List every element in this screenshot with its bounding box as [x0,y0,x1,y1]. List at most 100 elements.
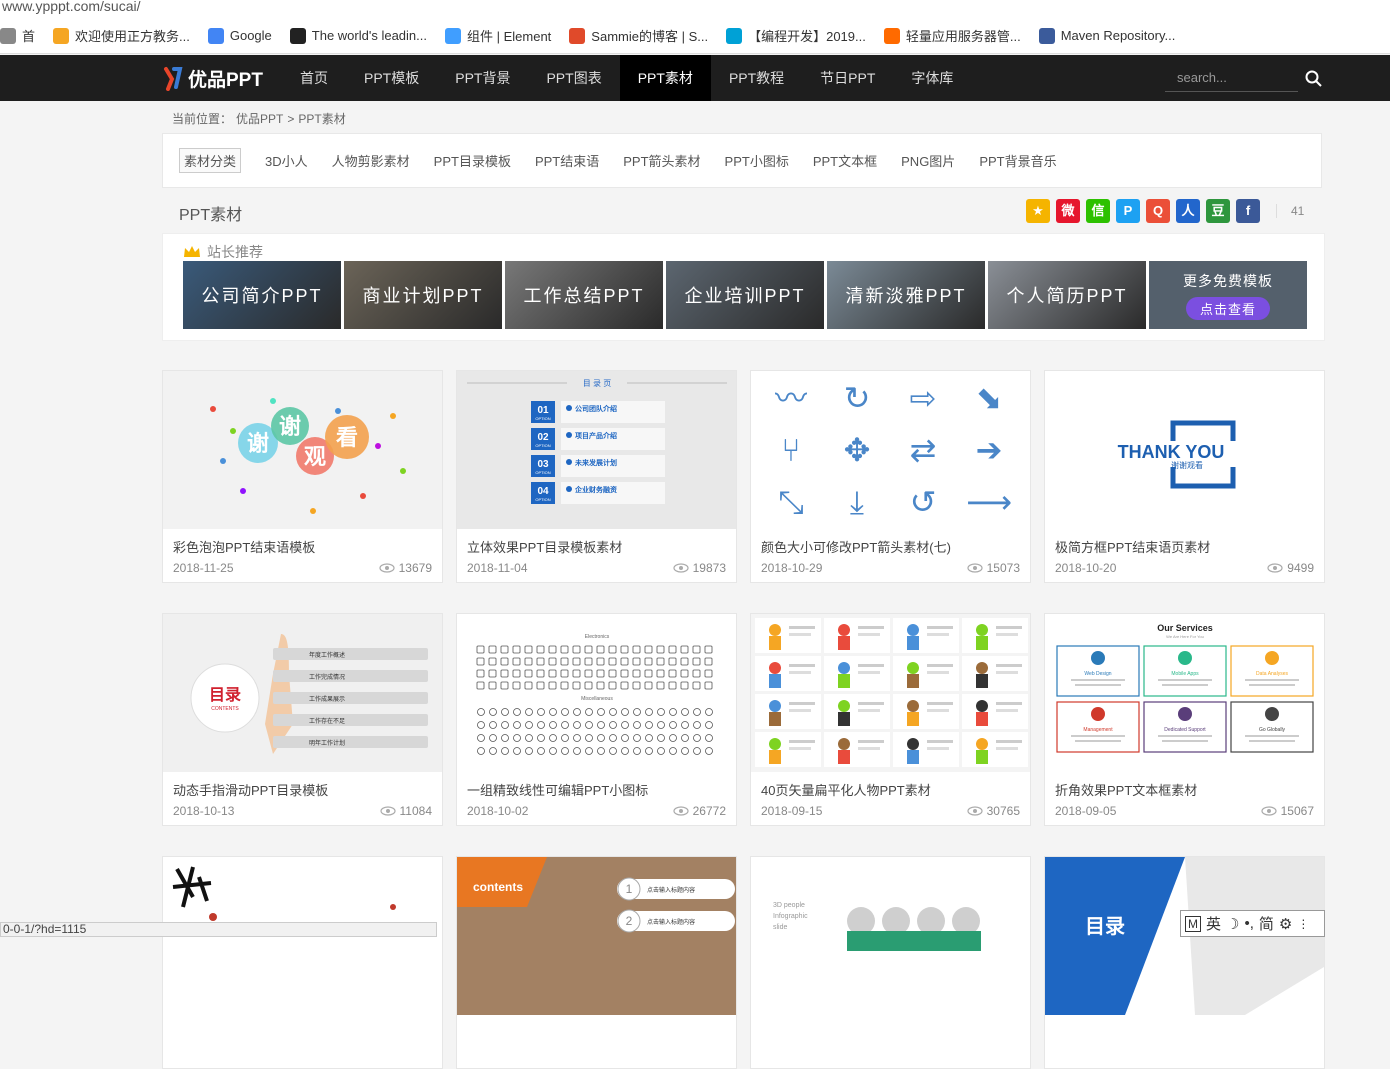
bookmark-item[interactable]: 首 [0,26,35,45]
category-bar: 素材分类 3D小人 人物剪影素材 PPT目录模板 PPT结束语 PPT箭头素材 PPT小图标… [162,133,1322,188]
more-icon[interactable]: ⋮ [1297,917,1309,931]
nav-item[interactable]: PPT图表 [528,55,619,101]
weibo-icon[interactable]: 微 [1056,199,1080,223]
recommend-banner[interactable]: 公司简介PPT [183,261,341,329]
card-thumbnail[interactable]: 目录 CONTENTS 年度工作概述 工作完成情况 工作成果展示 工作存在不足 明年工作计划 [163,614,442,772]
card-thumbnail[interactable]: 〰 ↻ ⇨ ⬊ ⑂ ✥ ⇄ ➔ ⤡ ⤓ ↺ ⟶ [751,371,1030,529]
card-date: 2018-11-04 [467,561,528,575]
card-thumbnail[interactable]: Electronics Miscellaneous [457,614,736,772]
material-card[interactable] [162,856,443,1069]
ime-mode[interactable]: 简 [1259,913,1274,934]
material-card[interactable]: 40页矢量扁平化人物PPT素材 2018-09-15 30765 [750,613,1031,826]
material-card[interactable]: THANK YOU 谢谢观看 极简方框PPT结束语页素材 2018-10-20 9499 [1044,370,1325,583]
facebook-icon[interactable]: f [1236,199,1260,223]
recommend-title: 站长推荐 [183,242,263,262]
recommend-banner[interactable]: 企业培训PPT [666,261,824,329]
finger-item: 明年工作计划 [309,739,345,747]
banner-label: 个人简历PPT [1006,286,1128,306]
card-date: 2018-09-05 [1055,804,1117,818]
card-thumbnail[interactable]: THANK YOU 谢谢观看 [1045,371,1324,529]
bookmark-item[interactable]: Sammie的博客 | S... [569,26,708,45]
material-card[interactable]: contents 1 点击输入标题内容 2 点击输入标题内容 [456,856,737,1069]
material-card[interactable]: 谢谢观看彩色泡泡PPT结束语模板 2018-11-25 13679 [162,370,443,583]
recommend-banner[interactable]: 个人简历PPT [988,261,1146,329]
recommend-banner[interactable]: 商业计划PPT [344,261,502,329]
ime-toolbar[interactable]: M 英 ☽ •, 简 ⚙ ⋮ [1180,910,1325,937]
recommend-banner[interactable]: 清新淡雅PPT [827,261,985,329]
card-title[interactable]: 极简方框PPT结束语页素材 [1055,537,1210,556]
bookmark-item[interactable]: Maven Repository... [1038,27,1175,44]
nav-item[interactable]: 首页 [282,55,346,101]
category-link[interactable]: PPT目录模板 [434,151,511,170]
more-templates-banner[interactable]: 更多免费模板 点击查看 [1149,261,1307,329]
address-bar[interactable]: www.ypppt.com/sucai/ [0,0,1390,18]
bookmark-item[interactable]: 欢迎使用正方教务... [53,26,190,45]
search-input[interactable]: search... [1165,66,1298,92]
bookmark-item[interactable]: 组件 | Element [445,26,551,45]
card-thumbnail[interactable]: Our Services We Are Here For You Web Desig… [1045,614,1324,772]
recommend-banner[interactable]: 工作总结PPT [505,261,663,329]
category-link[interactable]: 3D小人 [265,151,308,170]
card-thumbnail[interactable]: 谢谢观看 [163,371,442,529]
card-thumbnail[interactable]: contents 1 点击输入标题内容 2 点击输入标题内容 [457,857,736,1015]
tqq-icon[interactable]: P [1116,199,1140,223]
category-link[interactable]: PPT箭头素材 [623,151,700,170]
breadcrumb-home[interactable]: 优品PPT [236,112,283,126]
card-thumbnail[interactable]: 目 录 页 01 OPTION 公司团队介绍 02 OPTION 项目产品介绍 03 OPTIO… [457,371,736,529]
douban-icon[interactable]: 豆 [1206,199,1230,223]
nav-item[interactable]: PPT模板 [346,55,437,101]
material-card[interactable]: 3D people Infographic slide [750,856,1031,1069]
finger-item: 年度工作概述 [309,651,345,659]
category-link[interactable]: PPT文本框 [813,151,877,170]
card-thumbnail[interactable]: 3D people Infographic slide [751,857,1030,1015]
nav-item[interactable]: PPT背景 [437,55,528,101]
nav-item[interactable]: 字体库 [893,55,971,101]
bubble-char: 谢 [279,414,301,439]
search-icon[interactable] [1304,69,1324,89]
bookmark-item[interactable]: 【编程开发】2019... [726,26,866,45]
nav-item[interactable]: 节日PPT [802,55,893,101]
bubble-char: 观 [304,444,326,469]
category-link[interactable]: PPT背景音乐 [979,151,1056,170]
bookmark-item[interactable]: 轻量应用服务器管... [883,26,1021,45]
card-title[interactable]: 彩色泡泡PPT结束语模板 [173,537,315,556]
arrow-shape: ⬊ [976,380,1003,416]
main-nav: 首页 PPT模板 PPT背景 PPT图表 PPT素材 PPT教程 节日PPT 字体库 [282,55,971,101]
card-title[interactable]: 折角效果PPT文本框素材 [1055,780,1197,799]
breadcrumb-current[interactable]: PPT素材 [298,112,345,126]
thumbnail-image: 〰 ↻ ⇨ ⬊ ⑂ ✥ ⇄ ➔ ⤡ ⤓ ↺ ⟶ [751,371,1030,529]
bookmark-item[interactable]: The world's leadin... [289,27,427,44]
ime-lang[interactable]: 英 [1206,913,1221,934]
finger-item: 工作完成情况 [309,673,345,681]
card-title[interactable]: 立体效果PPT目录模板素材 [467,537,622,556]
thumbnail-image: 3D people Infographic slide [751,857,1030,1015]
wechat-icon[interactable]: 信 [1086,199,1110,223]
card-thumbnail[interactable] [751,614,1030,772]
view-more-button[interactable]: 点击查看 [1185,296,1270,320]
material-card[interactable]: Our Services We Are Here For You Web Desig… [1044,613,1325,826]
category-link[interactable]: PPT结束语 [535,151,599,170]
nav-item[interactable]: PPT教程 [711,55,802,101]
material-card[interactable]: 目录 [1044,856,1325,1069]
material-card[interactable]: 〰 ↻ ⇨ ⬊ ⑂ ✥ ⇄ ➔ ⤡ ⤓ ↺ ⟶ 颜色大小可修改PPT箭头素材(七) 2018-10-29 1… [750,370,1031,583]
card-title[interactable]: 动态手指滑动PPT目录模板 [173,780,328,799]
section-title: PPT素材 [179,207,243,224]
category-link[interactable]: PPT小图标 [725,151,789,170]
qzone-icon[interactable]: ★ [1026,199,1050,223]
category-link[interactable]: 人物剪影素材 [332,151,410,170]
settings-icon[interactable]: ⚙ [1279,915,1292,933]
bookmark-item[interactable]: Google [207,27,272,44]
category-link[interactable]: PNG图片 [901,151,955,170]
site-logo[interactable]: 优品PPT [162,63,263,93]
qq-icon[interactable]: Q [1146,199,1170,223]
renren-icon[interactable]: 人 [1176,199,1200,223]
card-title[interactable]: 颜色大小可修改PPT箭头素材(七) [761,537,951,556]
card-title[interactable]: 一组精致线性可编辑PPT小图标 [467,780,648,799]
material-card[interactable]: 目 录 页 01 OPTION 公司团队介绍 02 OPTION 项目产品介绍 03 OPTIO… [456,370,737,583]
material-card[interactable]: 目录 CONTENTS 年度工作概述 工作完成情况 工作成果展示 工作存在不足 明年工作计划… [162,613,443,826]
card-title[interactable]: 40页矢量扁平化人物PPT素材 [761,780,931,799]
ep-icon [53,27,70,44]
material-card[interactable]: Electronics Miscellaneous 一组精致线性可编辑PPT小图标 2… [456,613,737,826]
nav-item[interactable]: PPT素材 [619,55,711,101]
toc-number: 01 [537,405,549,416]
